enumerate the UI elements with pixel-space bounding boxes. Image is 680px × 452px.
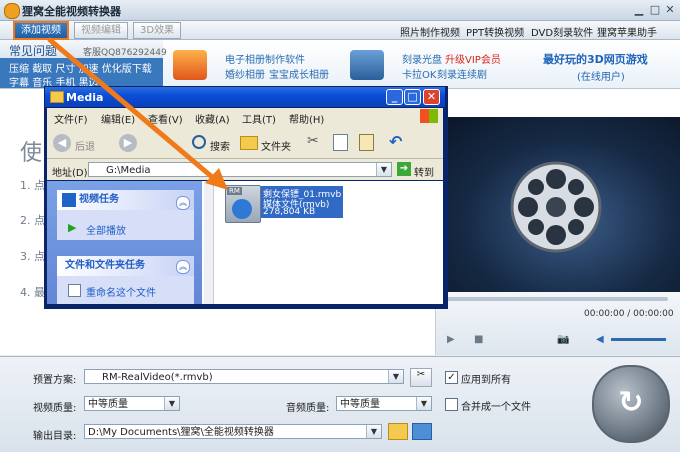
annotation-arrow [47,37,228,190]
